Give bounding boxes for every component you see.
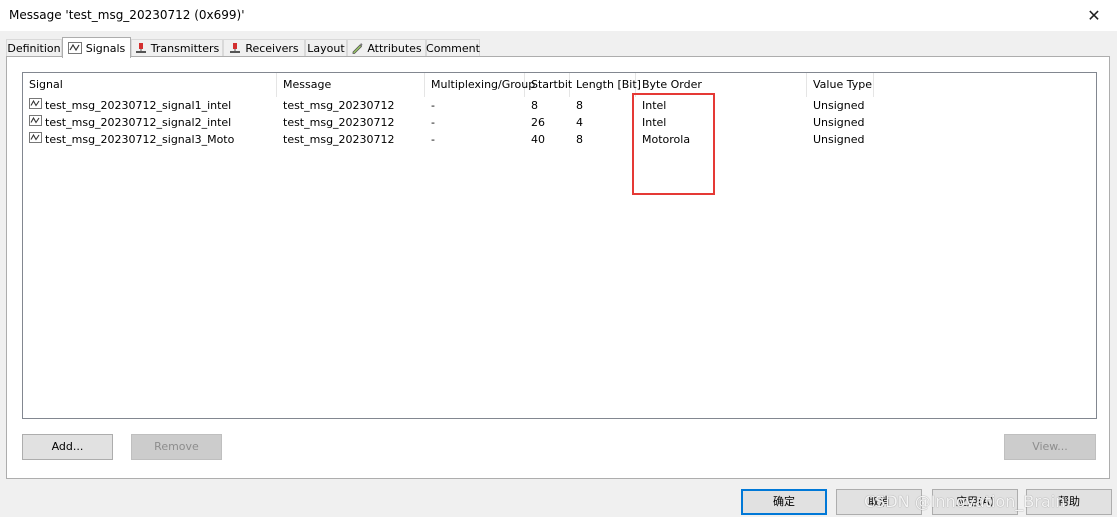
add-button[interactable]: Add...: [22, 434, 113, 460]
value-type-cell: Unsigned: [813, 99, 865, 112]
signal-icon: [29, 131, 42, 148]
length-cell: 8: [576, 133, 583, 146]
column-header-length[interactable]: Length [Bit]: [570, 73, 641, 97]
signal-name: test_msg_20230712_signal3_Moto: [45, 133, 235, 146]
attributes-icon: [351, 42, 363, 54]
close-icon: ✕: [1087, 5, 1101, 25]
close-button[interactable]: ✕: [1071, 0, 1117, 30]
signal-icon: [67, 42, 82, 54]
byte-order-cell: Intel: [642, 116, 667, 129]
remove-button[interactable]: Remove: [131, 434, 222, 460]
tab-label: Layout: [307, 41, 345, 55]
signal-name: test_msg_20230712_signal1_intel: [45, 99, 232, 112]
column-header-startbit[interactable]: Startbit: [525, 73, 572, 97]
length-cell: 4: [576, 116, 583, 129]
signal-name-cell: test_msg_20230712_signal2_intel: [23, 114, 277, 131]
view-button[interactable]: View...: [1004, 434, 1096, 460]
mux-cell: -: [431, 116, 435, 129]
signal-name: test_msg_20230712_signal2_intel: [45, 116, 232, 129]
column-header-multiplexing[interactable]: Multiplexing/Group: [425, 73, 535, 97]
bottom-strip: [0, 517, 1117, 523]
ok-button[interactable]: 确定: [741, 489, 827, 515]
signal-name-cell: test_msg_20230712_signal3_Moto: [23, 131, 277, 148]
window-title: Message 'test_msg_20230712 (0x699)': [9, 8, 245, 22]
startbit-cell: 8: [531, 99, 538, 112]
tab-transmitters[interactable]: Transmitters: [131, 39, 223, 56]
table-row[interactable]: test_msg_20230712_signal3_Moto test_msg_…: [23, 131, 1096, 148]
table-row[interactable]: test_msg_20230712_signal1_intel test_msg…: [23, 97, 1096, 114]
receiver-icon: [229, 42, 241, 54]
table-row[interactable]: test_msg_20230712_signal2_intel test_msg…: [23, 114, 1096, 131]
startbit-cell: 26: [531, 116, 545, 129]
tab-label: Attributes: [367, 41, 422, 55]
startbit-cell: 40: [531, 133, 545, 146]
tab-label: Definition: [7, 41, 61, 55]
signal-icon: [29, 114, 42, 131]
signal-name-cell: test_msg_20230712_signal1_intel: [23, 97, 277, 114]
list-header: Signal Message Multiplexing/Group Startb…: [23, 73, 1096, 97]
tab-label: Transmitters: [150, 41, 220, 55]
transmitter-icon: [135, 42, 147, 54]
message-cell: test_msg_20230712: [283, 99, 395, 112]
tab-layout[interactable]: Layout: [305, 39, 347, 56]
column-header-byte-order[interactable]: Byte Order: [636, 73, 807, 97]
tab-signals[interactable]: Signals: [62, 37, 131, 58]
value-type-cell: Unsigned: [813, 133, 865, 146]
watermark: CSDN @Innovation_Brain: [864, 492, 1066, 511]
signals-list[interactable]: Signal Message Multiplexing/Group Startb…: [22, 72, 1097, 419]
message-cell: test_msg_20230712: [283, 133, 395, 146]
tab-attributes[interactable]: Attributes: [347, 39, 426, 56]
column-header-message[interactable]: Message: [277, 73, 425, 97]
mux-cell: -: [431, 133, 435, 146]
value-type-cell: Unsigned: [813, 116, 865, 129]
message-cell: test_msg_20230712: [283, 116, 395, 129]
byte-order-cell: Motorola: [642, 133, 691, 146]
mux-cell: -: [431, 99, 435, 112]
tab-comment[interactable]: Comment: [426, 39, 480, 56]
signals-panel: Signal Message Multiplexing/Group Startb…: [6, 56, 1110, 479]
column-header-value-type[interactable]: Value Type: [807, 73, 874, 97]
tab-receivers[interactable]: Receivers: [223, 39, 305, 56]
tab-label: Receivers: [245, 41, 299, 55]
byte-order-cell: Intel: [642, 99, 667, 112]
column-header-signal[interactable]: Signal: [23, 73, 277, 97]
length-cell: 8: [576, 99, 583, 112]
dialog-body: Definition Signals Transmitters Receiver…: [0, 31, 1117, 523]
signal-icon: [29, 97, 42, 114]
title-bar: Message 'test_msg_20230712 (0x699)' ✕: [0, 0, 1117, 31]
tab-definition[interactable]: Definition: [6, 39, 62, 56]
tab-label: Signals: [85, 41, 126, 55]
tab-label: Comment: [426, 41, 480, 55]
